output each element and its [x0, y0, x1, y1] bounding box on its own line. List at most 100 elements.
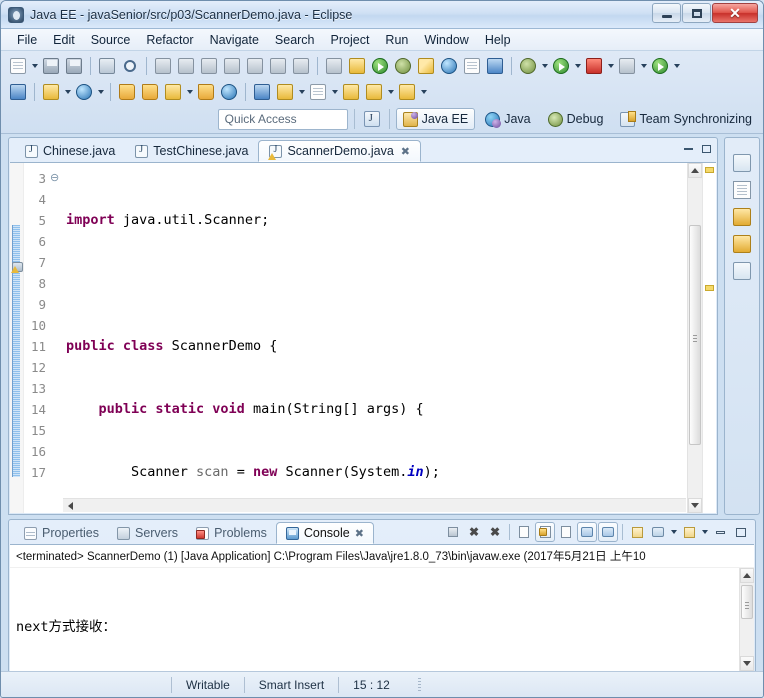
scrollbar-thumb[interactable] — [741, 585, 753, 619]
console-output[interactable]: next方式接收： hello world 输入的数据为：hello — [10, 568, 739, 671]
maximize-button[interactable] — [682, 3, 711, 23]
source-editor[interactable]: import java.util.Scanner; public class S… — [62, 163, 687, 513]
word-wrap-icon[interactable] — [556, 522, 576, 542]
fold-marker[interactable]: ⊖ — [50, 168, 62, 189]
menu-file[interactable]: File — [9, 31, 45, 49]
pin-console-icon[interactable] — [627, 522, 647, 542]
open-task-button[interactable] — [116, 81, 138, 103]
scroll-up-icon[interactable] — [740, 568, 754, 583]
warning-marker[interactable] — [10, 259, 24, 273]
project-explorer-icon[interactable] — [733, 235, 751, 253]
perspective-java-ee[interactable]: Java EE — [395, 108, 476, 130]
profile-button[interactable] — [438, 55, 460, 77]
menu-project[interactable]: Project — [323, 31, 378, 49]
scroll-down-icon[interactable] — [740, 656, 754, 671]
tab-servers[interactable]: Servers — [108, 522, 187, 544]
servers-view-icon[interactable] — [733, 154, 751, 172]
commit-button[interactable] — [307, 81, 329, 103]
run-last-tool-dropdown[interactable] — [672, 55, 681, 77]
terminate-button[interactable] — [198, 55, 220, 77]
run-last-tool-button[interactable] — [649, 55, 671, 77]
new-jsp-button[interactable] — [40, 81, 62, 103]
console-vertical-scrollbar[interactable] — [739, 568, 754, 671]
editor-maximize-button[interactable] — [699, 142, 713, 156]
commit-dropdown[interactable] — [330, 81, 339, 103]
run-as-server-dropdown[interactable] — [606, 55, 615, 77]
scrollbar-thumb[interactable] — [689, 225, 701, 445]
editor-gutter[interactable] — [10, 163, 24, 513]
open-console-dropdown[interactable] — [700, 522, 709, 542]
editor-tab-chinese[interactable]: Chinese.java — [15, 140, 125, 162]
perspective-debug[interactable]: Debug — [541, 108, 611, 130]
open-perspective-icon[interactable] — [361, 108, 383, 130]
activate-task-button[interactable] — [162, 81, 184, 103]
synchronize-button[interactable] — [251, 81, 273, 103]
close-icon[interactable]: ✖ — [355, 527, 364, 540]
tab-console[interactable]: Console ✖ — [275, 522, 374, 544]
run-config-button[interactable] — [550, 55, 572, 77]
menu-navigate[interactable]: Navigate — [202, 31, 267, 49]
new-server-button[interactable] — [616, 55, 638, 77]
minimize-button[interactable] — [652, 3, 681, 23]
menu-refactor[interactable]: Refactor — [138, 31, 201, 49]
new-file-button[interactable] — [461, 55, 483, 77]
quick-access-input[interactable]: Quick Access — [217, 108, 348, 130]
remove-all-terminated-icon[interactable]: ✖ — [485, 522, 505, 542]
open-console-icon[interactable] — [679, 522, 699, 542]
warning-overview-marker[interactable] — [705, 167, 714, 173]
package-explorer-icon[interactable] — [733, 208, 751, 226]
open-type-button[interactable] — [323, 55, 345, 77]
debug-config-button[interactable] — [517, 55, 539, 77]
minimize-icon[interactable] — [710, 522, 730, 542]
outline-view-icon[interactable] — [733, 181, 751, 199]
download-dropdown[interactable] — [297, 81, 306, 103]
suspend-button[interactable] — [175, 55, 197, 77]
display-console-dropdown[interactable] — [669, 522, 678, 542]
debug-button[interactable] — [392, 55, 414, 77]
download-button[interactable] — [274, 81, 296, 103]
close-icon[interactable]: ✖ — [401, 145, 410, 158]
task-repository-button[interactable] — [195, 81, 217, 103]
menu-window[interactable]: Window — [416, 31, 476, 49]
close-button[interactable]: ✕ — [712, 3, 758, 23]
terminate-icon[interactable] — [443, 522, 463, 542]
menu-help[interactable]: Help — [477, 31, 519, 49]
menu-run[interactable]: Run — [377, 31, 416, 49]
tab-problems[interactable]: Problems — [187, 522, 276, 544]
editor-tab-testchinese[interactable]: TestChinese.java — [125, 140, 258, 162]
new-wizard-button[interactable] — [7, 55, 29, 77]
editor-vertical-scrollbar[interactable] — [687, 163, 702, 513]
editor-horizontal-scrollbar[interactable] — [63, 498, 686, 512]
tab-properties[interactable]: Properties — [15, 522, 108, 544]
new-annotation-button[interactable] — [484, 55, 506, 77]
back-dropdown[interactable] — [386, 81, 395, 103]
forward-dropdown[interactable] — [419, 81, 428, 103]
activate-task-dropdown[interactable] — [185, 81, 194, 103]
overview-ruler[interactable] — [702, 163, 716, 513]
show-console-on-output-icon[interactable] — [577, 522, 597, 542]
menu-edit[interactable]: Edit — [45, 31, 83, 49]
new-wizard-dropdown[interactable] — [30, 55, 39, 77]
perspective-team-synchronizing[interactable]: Team Synchronizing — [613, 108, 759, 130]
search-button[interactable] — [119, 55, 141, 77]
task-repositories-icon[interactable] — [733, 262, 751, 280]
step-into-button[interactable] — [221, 55, 243, 77]
debug-config-dropdown[interactable] — [540, 55, 549, 77]
editor-minimize-button[interactable] — [681, 142, 695, 156]
back-button[interactable] — [363, 81, 385, 103]
remove-launch-icon[interactable]: ✖ — [464, 522, 484, 542]
drop-to-frame-button[interactable] — [290, 55, 312, 77]
open-browser-button[interactable] — [218, 81, 240, 103]
new-java-package-button[interactable] — [346, 55, 368, 77]
search-scope-dropdown[interactable] — [96, 81, 105, 103]
folding-ruler[interactable]: ⊖ — [50, 163, 62, 513]
scroll-up-icon[interactable] — [688, 163, 702, 178]
new-servlet-button[interactable] — [7, 81, 29, 103]
step-over-button[interactable] — [244, 55, 266, 77]
scroll-left-icon[interactable] — [63, 499, 78, 512]
print-button[interactable] — [96, 55, 118, 77]
previous-annotation-button[interactable] — [340, 81, 362, 103]
menu-search[interactable]: Search — [267, 31, 323, 49]
status-resize-grip[interactable] — [417, 677, 421, 692]
new-jsp-dropdown[interactable] — [63, 81, 72, 103]
